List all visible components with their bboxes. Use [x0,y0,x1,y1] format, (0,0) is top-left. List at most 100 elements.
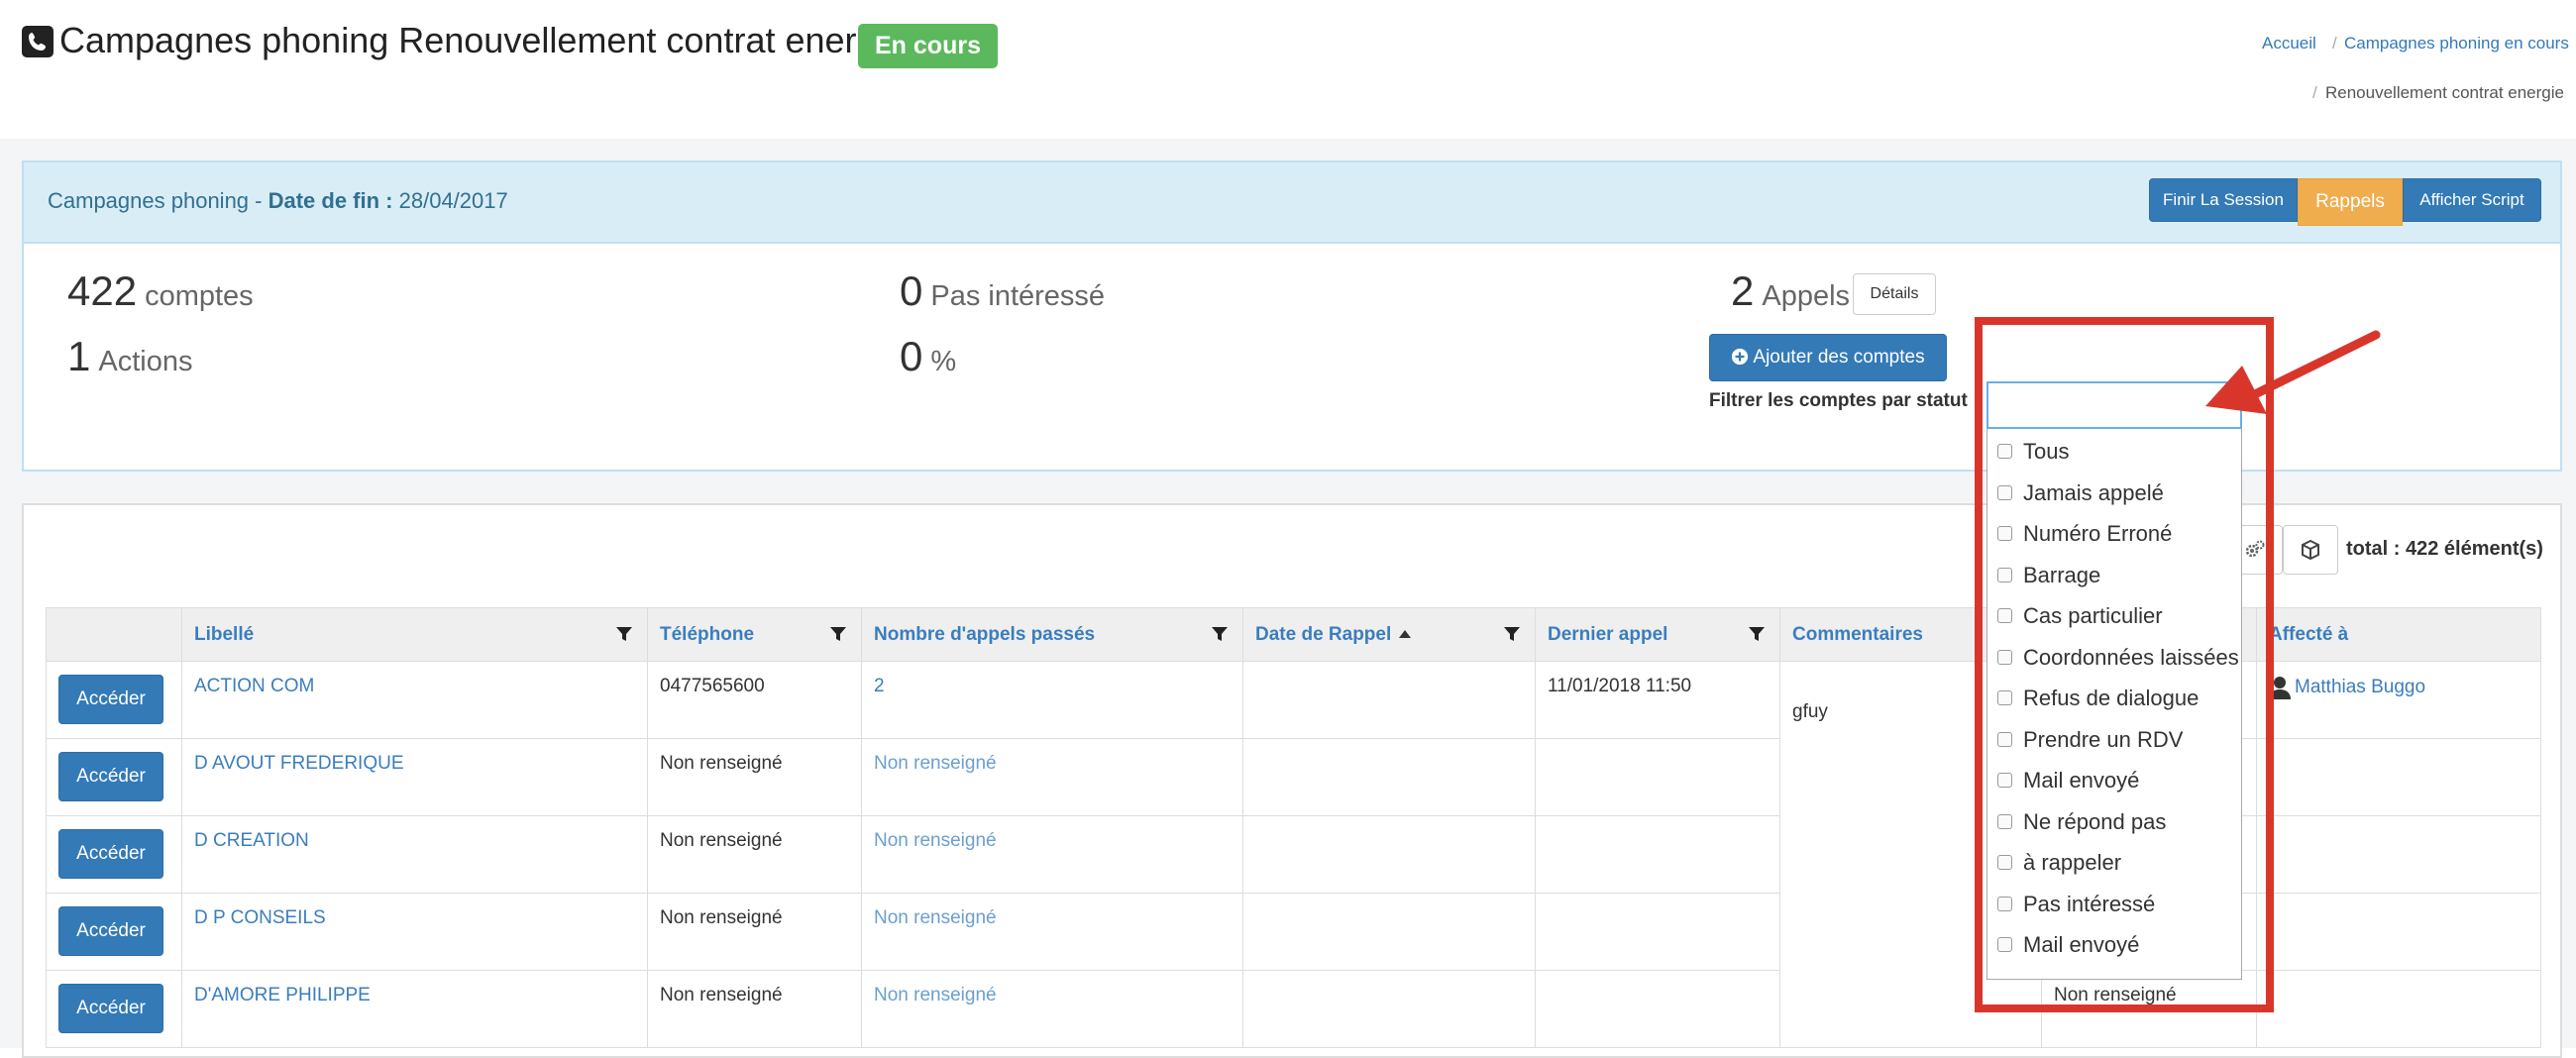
acceder-button[interactable]: Accéder [58,829,163,879]
dernier-appel-cell [1535,893,1780,971]
column-title: Téléphone [660,623,755,645]
stat-percent: 0% [900,333,956,380]
action-cell: Accéder [46,738,182,816]
libelle-cell: ACTION COM [181,661,648,739]
appels-cell: Non renseigné [861,815,1243,894]
assigned-user-link[interactable]: Matthias Buggo [2295,677,2425,697]
stat-actions: 1 Actions [67,333,192,380]
panel-title-prefix: Campagnes phoning - [48,188,268,213]
breadcrumb-current: Renouvellement contrat energie [2325,83,2564,102]
filter-label: Filtrer les comptes par statut : [1709,390,1980,411]
libelle-cell: D CREATION [181,815,648,894]
plus-circle-icon [1732,348,1749,366]
total-count: total : 422 élément(s) [2346,538,2543,560]
stat-value: 1 [67,333,91,379]
date-rappel-cell [1242,893,1536,971]
panel-title: Campagnes phoning - Date de fin : 28/04/… [48,188,508,214]
appels-cell: 2 [861,661,1243,739]
column-header-nombre-appels[interactable]: Nombre d'appels passés [861,607,1243,662]
dernier-appel-cell [1535,738,1780,816]
column-title: Date de Rappel [1255,623,1392,645]
date-rappel-cell [1242,970,1536,1048]
account-link[interactable]: D CREATION [194,830,309,851]
affecte-cell [2256,893,2541,971]
date-value: 28/04/2017 [398,188,508,213]
affecte-cell [2256,815,2541,894]
filter-icon[interactable] [1503,625,1521,643]
cube-icon [2302,539,2319,561]
show-script-button[interactable]: Afficher Script [2403,178,2541,222]
affecte-cell [2256,970,2541,1048]
appels-cell: Non renseigné [861,738,1243,816]
phone-icon [22,26,54,57]
acceder-button[interactable]: Accéder [58,984,163,1033]
column-header-action [46,607,182,662]
column-title: Affecté à [2269,623,2349,645]
annotation-highlight-box [1975,317,2274,1012]
telephone-cell: Non renseigné [647,893,862,971]
stat-value: 2 [1731,267,1755,314]
account-link[interactable]: D P CONSEILS [194,907,326,928]
affecte-cell [2256,738,2541,816]
date-rappel-cell [1242,815,1536,894]
column-header-telephone[interactable]: Téléphone [647,607,862,662]
stat-label: comptes [145,280,254,312]
stat-label: Pas intéressé [930,280,1106,312]
appels-cell: Non renseigné [861,970,1243,1048]
acceder-button[interactable]: Accéder [58,752,163,801]
column-title: Nombre d'appels passés [874,623,1096,645]
action-cell: Accéder [46,661,182,739]
appels-cell: Non renseigné [861,893,1243,971]
dernier-appel-cell [1535,815,1780,894]
date-rappel-cell [1242,738,1536,816]
breadcrumb-separator: / [2312,83,2317,102]
calls-link[interactable]: 2 [874,676,885,696]
account-link[interactable]: D'AMORE PHILIPPE [194,985,371,1005]
details-button[interactable]: Détails [1853,273,1936,315]
add-accounts-label: Ajouter des comptes [1753,347,1925,368]
add-accounts-button[interactable]: Ajouter des comptes [1709,334,1947,381]
filter-icon[interactable] [615,625,633,643]
breadcrumb-separator: / [2332,34,2337,53]
breadcrumb-home[interactable]: Accueil [2262,34,2316,53]
libelle-cell: D'AMORE PHILIPPE [181,970,648,1048]
status-badge: En cours [858,24,998,68]
breadcrumb-campaigns[interactable]: Campagnes phoning en cours [2344,34,2569,53]
column-title: Dernier appel [1548,623,1668,645]
export-button[interactable] [2283,525,2338,575]
telephone-cell: Non renseigné [647,738,862,816]
date-label: Date de fin : [268,188,393,213]
sort-up-icon [1399,630,1412,639]
stat-value: 0 [900,267,923,314]
rappels-button[interactable]: Rappels [2298,178,2403,226]
dernier-appel-cell [1535,970,1780,1048]
telephone-cell: Non renseigné [647,815,862,894]
column-header-date-rappel[interactable]: Date de Rappel [1242,607,1536,662]
filter-icon[interactable] [829,625,847,643]
stat-label: % [930,346,957,377]
account-link[interactable]: ACTION COM [194,676,314,696]
column-header-dernier-appel[interactable]: Dernier appel [1535,607,1780,662]
stat-label: Appels [1762,280,1851,312]
telephone-cell: Non renseigné [647,970,862,1048]
stat-pas-interesse: 0 Pas intéressé [900,267,1105,315]
stat-comptes: 422 comptes [67,267,254,315]
stat-appels: 2 Appels [1731,267,1850,315]
filter-icon[interactable] [1211,625,1229,643]
page-title: Campagnes phoning Renouvellement contrat… [59,20,905,60]
column-header-libelle[interactable]: Libellé [181,607,648,662]
libelle-cell: D P CONSEILS [181,893,648,971]
acceder-button[interactable]: Accéder [58,675,163,724]
libelle-cell: D AVOUT FREDERIQUE [181,738,648,816]
stat-value: 0 [900,333,923,379]
dernier-appel-cell: 11/01/2018 11:50 [1535,661,1780,739]
filter-icon[interactable] [1748,625,1766,643]
action-cell: Accéder [46,893,182,971]
date-rappel-cell [1242,661,1536,739]
action-cell: Accéder [46,970,182,1048]
action-cell: Accéder [46,815,182,894]
finish-session-button[interactable]: Finir La Session [2149,178,2298,222]
account-link[interactable]: D AVOUT FREDERIQUE [194,753,404,774]
acceder-button[interactable]: Accéder [58,906,163,956]
column-header-affecte[interactable]: Affecté à [2256,607,2541,662]
